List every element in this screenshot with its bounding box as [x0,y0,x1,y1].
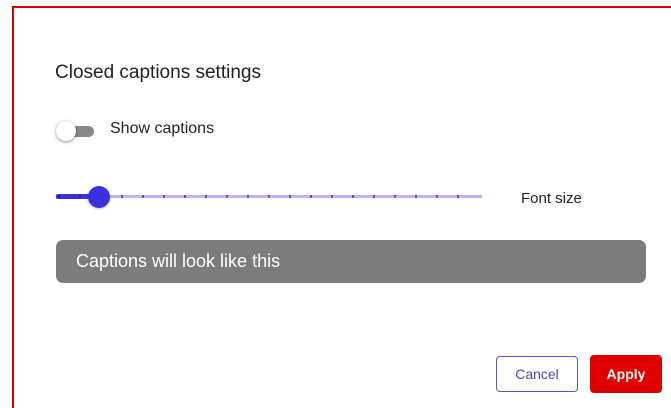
show-captions-label: Show captions [110,120,215,137]
slider-tick [331,195,333,198]
apply-button[interactable]: Apply [590,355,662,393]
show-captions-toggle[interactable] [56,119,98,141]
slider-tick [184,195,186,198]
slider-tick [457,195,459,198]
slider-tick [226,195,228,198]
slider-tick [121,195,123,198]
slider-tick [394,195,396,198]
slider-tick [79,195,81,198]
slider-tick [373,195,375,198]
toggle-thumb[interactable] [56,121,76,141]
slider-tick [247,195,249,198]
slider-thumb[interactable] [88,186,110,208]
slider-tick [310,195,312,198]
dialog-title: Closed captions settings [55,62,261,83]
slider-tick [268,195,270,198]
caption-preview-text: Captions will look like this [76,251,281,271]
slider-tick [352,195,354,198]
slider-tick [415,195,417,198]
font-size-label: Font size [521,190,582,207]
slider-tick [205,195,207,198]
slider-tick [142,195,144,198]
cancel-button[interactable]: Cancel [496,356,578,392]
slider-tick [289,195,291,198]
slider-tick [163,195,165,198]
slider-tick [58,195,60,198]
slider-tick [436,195,438,198]
caption-preview: Captions will look like this [56,240,646,283]
font-size-slider[interactable] [56,184,484,210]
closed-captions-dialog: Closed captions settings Show captions F… [12,6,671,408]
